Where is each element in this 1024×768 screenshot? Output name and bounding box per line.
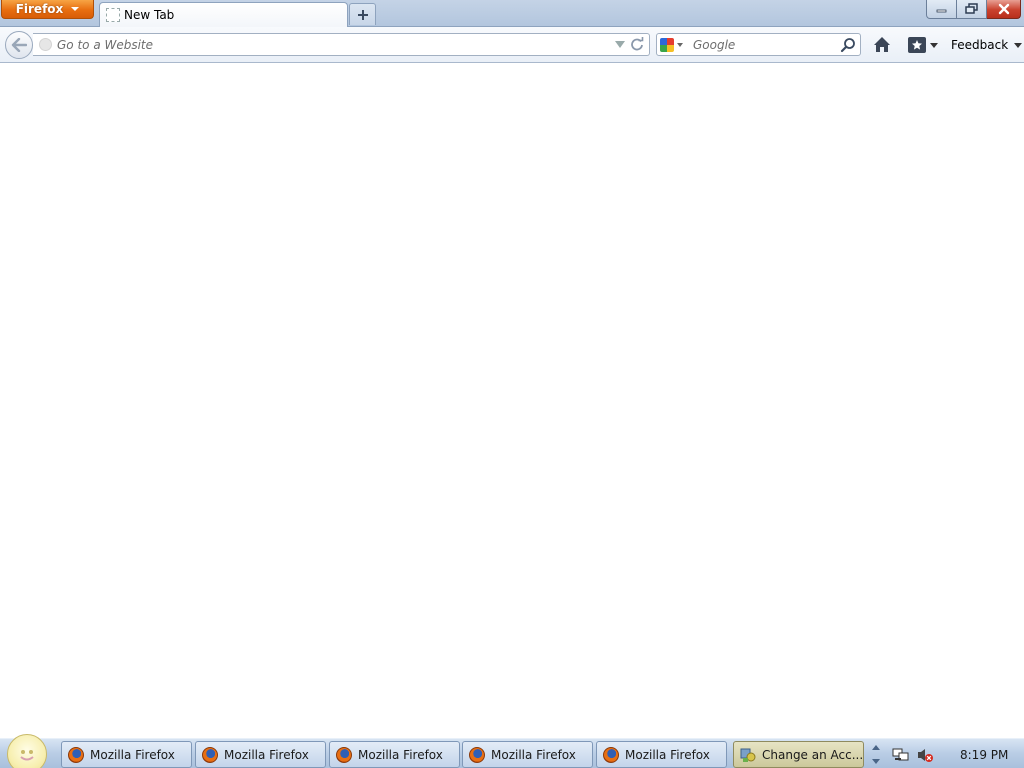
site-identity-icon[interactable] [39, 38, 52, 51]
window-controls [926, 0, 1021, 19]
firefox-icon [68, 746, 84, 763]
taskbar-button-label: Mozilla Firefox [625, 747, 710, 762]
taskbar-button-firefox[interactable]: Mozilla Firefox [61, 741, 192, 768]
search-input[interactable] [693, 36, 833, 53]
minimize-button[interactable] [926, 0, 957, 19]
back-button[interactable] [5, 31, 33, 59]
start-button[interactable] [7, 734, 47, 768]
taskbar-button-firefox[interactable]: Mozilla Firefox [329, 741, 460, 768]
taskbar-button-label: Mozilla Firefox [358, 747, 443, 762]
page-content-area[interactable] [0, 64, 1024, 738]
clock[interactable]: 8:19 PM [960, 748, 1008, 762]
restore-icon [964, 3, 978, 14]
url-bar[interactable] [33, 33, 650, 56]
plus-icon [357, 9, 368, 20]
control-panel-icon [740, 747, 756, 763]
restore-button[interactable] [957, 0, 987, 19]
taskbar-button-firefox[interactable]: Mozilla Firefox [462, 741, 593, 768]
network-icon[interactable] [892, 747, 910, 763]
new-tab-button[interactable] [349, 3, 376, 25]
desktop: Firefox New Tab Go to a Website Google F… [0, 0, 1024, 768]
firefox-icon [202, 746, 218, 763]
firefox-icon [469, 746, 485, 763]
volume-muted-icon[interactable] [916, 747, 934, 763]
search-engine-button[interactable] [660, 37, 690, 53]
title-bar: Firefox New Tab [0, 0, 1024, 27]
tab-label: New Tab [124, 8, 175, 22]
taskbar-button-label: Mozilla Firefox [224, 747, 309, 762]
system-tray: 8:19 PM [886, 741, 1024, 768]
taskbar: Mozilla Firefox Mozilla Firefox Mozilla … [0, 734, 1024, 768]
taskbar-button-control-panel[interactable]: Change an Acc... [733, 741, 864, 768]
chevron-down-icon [677, 43, 683, 47]
chevron-down-icon [1014, 42, 1023, 48]
close-icon [998, 3, 1009, 15]
chevron-down-icon [930, 42, 938, 48]
firefox-menu-label: Firefox [15, 2, 64, 16]
history-dropdown-icon[interactable] [615, 41, 625, 48]
firefox-menu-button[interactable]: Firefox [1, 0, 94, 19]
taskbar-scroll[interactable] [869, 741, 882, 768]
google-icon [660, 38, 674, 52]
tab-new-tab[interactable]: New Tab [99, 2, 348, 27]
close-button[interactable] [987, 0, 1021, 19]
taskbar-button-label: Mozilla Firefox [90, 747, 175, 762]
navigation-toolbar: Feedback [0, 27, 1024, 63]
home-icon[interactable] [872, 35, 892, 55]
scroll-up-icon[interactable] [869, 741, 882, 755]
search-bar[interactable] [656, 33, 861, 56]
reload-icon[interactable] [630, 37, 644, 51]
feedback-label: Feedback [951, 38, 1009, 52]
feedback-button[interactable]: Feedback [951, 36, 1023, 54]
url-input[interactable] [57, 36, 607, 53]
minimize-icon [936, 9, 946, 13]
firefox-icon [336, 746, 352, 763]
bookmarks-star-icon [908, 37, 926, 53]
blank-page-icon [106, 8, 120, 22]
start-logo-icon [20, 750, 34, 761]
taskbar-button-firefox[interactable]: Mozilla Firefox [195, 741, 326, 768]
search-icon[interactable] [840, 37, 856, 53]
taskbar-button-firefox[interactable]: Mozilla Firefox [596, 741, 727, 768]
taskbar-button-label: Mozilla Firefox [491, 747, 576, 762]
taskbar-button-label: Change an Acc... [762, 747, 864, 762]
firefox-icon [603, 746, 619, 763]
bookmarks-button[interactable] [908, 35, 942, 55]
back-arrow-icon [11, 38, 27, 52]
chevron-down-icon [71, 7, 80, 11]
scroll-down-icon[interactable] [869, 755, 882, 768]
